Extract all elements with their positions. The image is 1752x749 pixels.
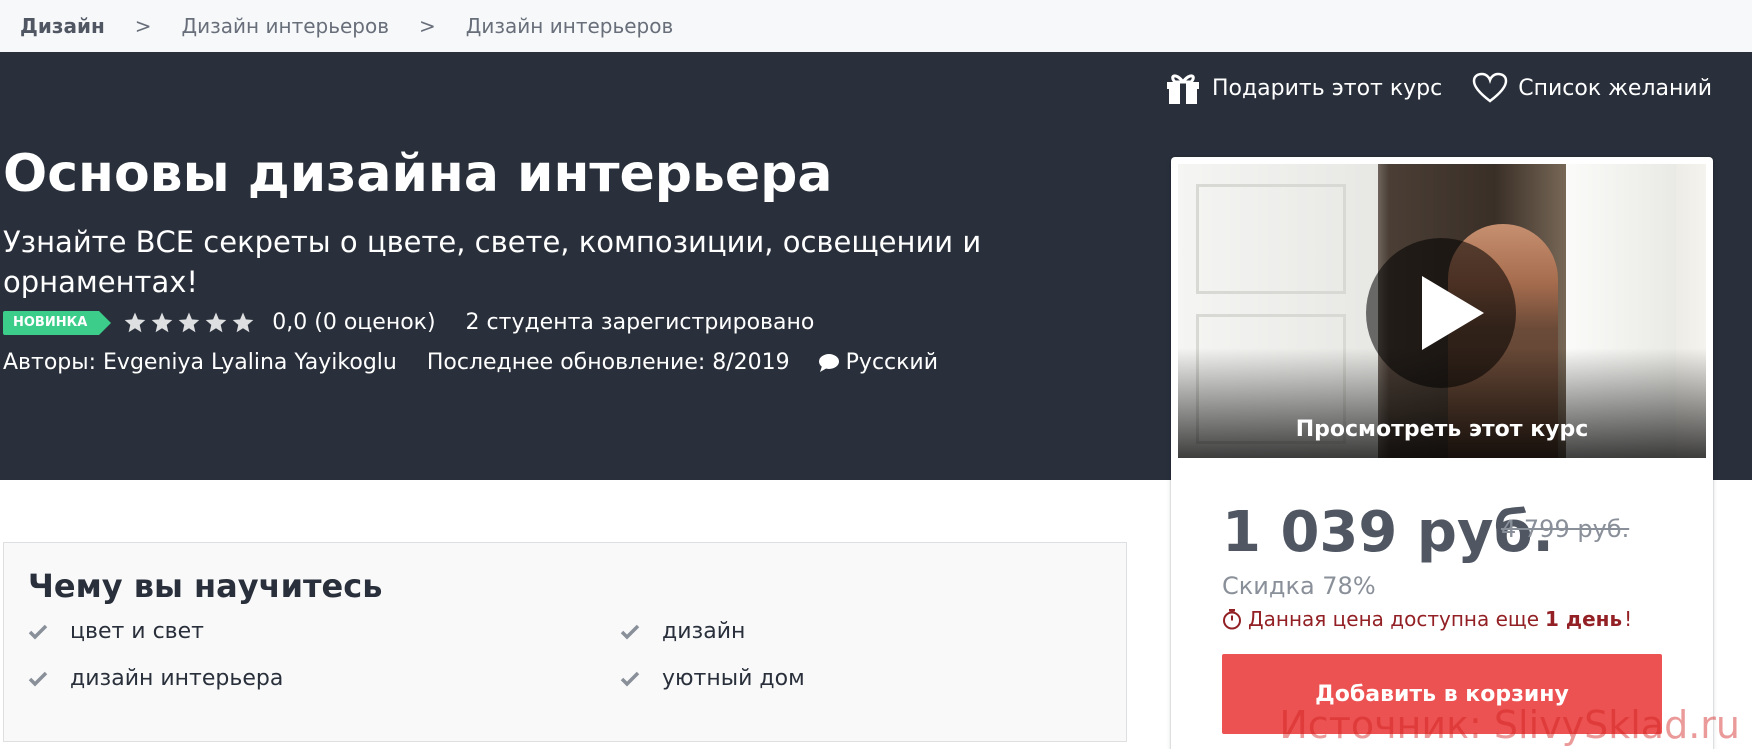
course-title: Основы дизайна интерьера [3,144,833,204]
breadcrumb-separator: > [134,14,152,38]
breadcrumb-item-design[interactable]: Дизайн [20,14,105,38]
original-price: 4 799 руб. [1501,515,1630,543]
breadcrumb-separator: > [419,14,436,38]
deadline-prefix: Данная цена доступна еще [1248,607,1540,631]
what-you-will-learn: Чему вы научитесь цвет и свет дизайн диз… [3,542,1127,742]
new-badge: НОВИНКА [3,310,112,335]
deadline-suffix: ! [1624,607,1633,631]
rating-stars [123,311,258,335]
course-language: Русский [818,350,938,375]
learn-title: Чему вы научитесь [28,567,383,605]
star-icon [124,312,146,332]
wishlist-button[interactable]: Список желаний [1472,72,1712,104]
course-preview-video[interactable]: Просмотреть этот курс [1178,164,1706,458]
preview-label: Просмотреть этот курс [1295,417,1589,442]
learn-item: дизайн [620,619,745,644]
check-icon [28,671,48,686]
gift-course-label: Подарить этот курс [1211,75,1443,101]
students-count: 2 студента зарегистрировано [465,310,815,335]
breadcrumb-item-interior-design[interactable]: Дизайн интерьеров [182,14,389,38]
gift-course-button[interactable]: Подарить этот курс [1164,70,1442,106]
play-button[interactable] [1366,238,1516,388]
star-icon [232,312,254,332]
course-actions: Подарить этот курс Список желаний [1134,70,1712,106]
learn-item: дизайн интерьера [28,666,283,691]
price-deadline: Данная цена доступна еще 1 день ! [1222,607,1632,631]
last-update: Последнее обновление: 8/2019 [426,350,790,375]
wishlist-label: Список желаний [1518,75,1712,101]
source-watermark: Источник: SlivySklad.ru [1279,703,1740,747]
speech-bubble-icon [818,353,839,372]
stopwatch-icon [1223,609,1241,630]
course-authors[interactable]: Авторы: Evgeniya Lyalina Yayikoglu [3,350,397,375]
heart-icon [1472,72,1508,103]
breadcrumb-item-interior-design-2[interactable]: Дизайн интерьеров [466,14,673,38]
star-icon [205,312,227,332]
check-icon [620,671,640,686]
language-label: Русский [845,350,939,375]
learn-item-text: уютный дом [662,666,805,691]
check-icon [620,624,640,639]
learn-item-text: цвет и свет [70,619,204,644]
gift-icon [1166,74,1199,104]
learn-item-text: дизайн интерьера [70,666,284,691]
play-icon [1422,276,1484,350]
course-subtitle: Узнайте ВСЕ секреты о цвете, свете, комп… [3,225,982,299]
rating-text: 0,0 (0 оценок) [272,310,436,335]
learn-item: уютный дом [620,666,805,691]
check-icon [28,624,48,639]
discount-label: Скидка 78% [1222,572,1376,600]
course-stats: НОВИНКА 0,0 (0 оценок) 2 студента зареги… [3,310,814,335]
star-icon [151,312,173,332]
deadline-value: 1 день [1545,607,1623,631]
course-meta: Авторы: Evgeniya Lyalina Yayikoglu После… [3,350,938,375]
star-icon [178,312,200,332]
breadcrumb: Дизайн > Дизайн интерьеров > Дизайн инте… [0,0,1752,52]
learn-item: цвет и свет [28,619,204,644]
purchase-card: Просмотреть этот курс 1 039 руб. 4 799 р… [1171,157,1713,749]
learn-item-text: дизайн [662,619,746,644]
